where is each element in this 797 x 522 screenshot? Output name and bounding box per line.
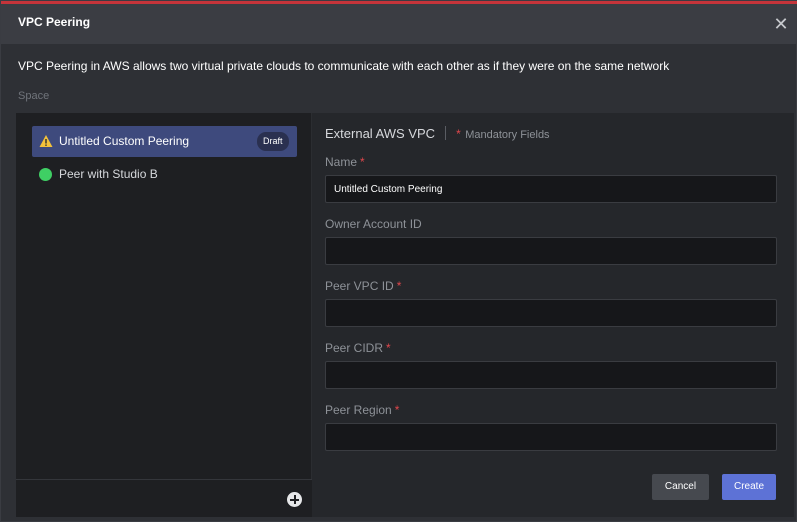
list-item-label: Untitled Custom Peering [59,134,190,148]
peer-list-panel: Untitled Custom Peering Draft Peer with … [16,113,312,517]
add-circle-icon[interactable] [287,492,302,507]
mandatory-fields-note: Mandatory Fields [465,129,550,141]
list-item[interactable]: Peer with Studio B [32,159,297,190]
status-badge: Draft [257,132,289,151]
space-label: Space [18,90,50,102]
peer-vpc-id-label: Peer VPC ID * [325,279,402,293]
peer-cidr-field[interactable] [325,361,777,389]
peer-list-footer [16,479,312,517]
owner-account-id-label: Owner Account ID [325,217,422,231]
list-item[interactable]: Untitled Custom Peering Draft [32,126,297,157]
owner-account-id-field[interactable] [325,237,777,265]
peer-cidr-label: Peer CIDR * [325,341,391,355]
dialog-titlebar: VPC Peering ✕ [1,4,796,44]
dialog-description: VPC Peering in AWS allows two virtual pr… [18,59,670,73]
peer-region-field[interactable] [325,423,777,451]
warning-icon [39,134,53,148]
required-marker: * [456,127,461,141]
divider [445,126,447,140]
cancel-button[interactable]: Cancel [652,474,709,500]
form-section-header: External AWS VPC * Mandatory Fields [325,125,550,143]
list-item-label: Peer with Studio B [59,167,158,181]
section-title: External AWS VPC [325,126,436,141]
peer-vpc-id-field[interactable] [325,299,777,327]
dialog-title: VPC Peering [18,15,91,29]
status-dot-icon [39,168,52,181]
create-button[interactable]: Create [722,474,776,500]
peer-list: Untitled Custom Peering Draft Peer with … [16,113,312,479]
close-icon[interactable]: ✕ [769,12,793,36]
peer-region-label: Peer Region * [325,403,400,417]
name-label: Name * [325,155,365,169]
vpc-form-panel: External AWS VPC * Mandatory Fields Name *… [312,113,794,517]
name-field[interactable] [325,175,777,203]
